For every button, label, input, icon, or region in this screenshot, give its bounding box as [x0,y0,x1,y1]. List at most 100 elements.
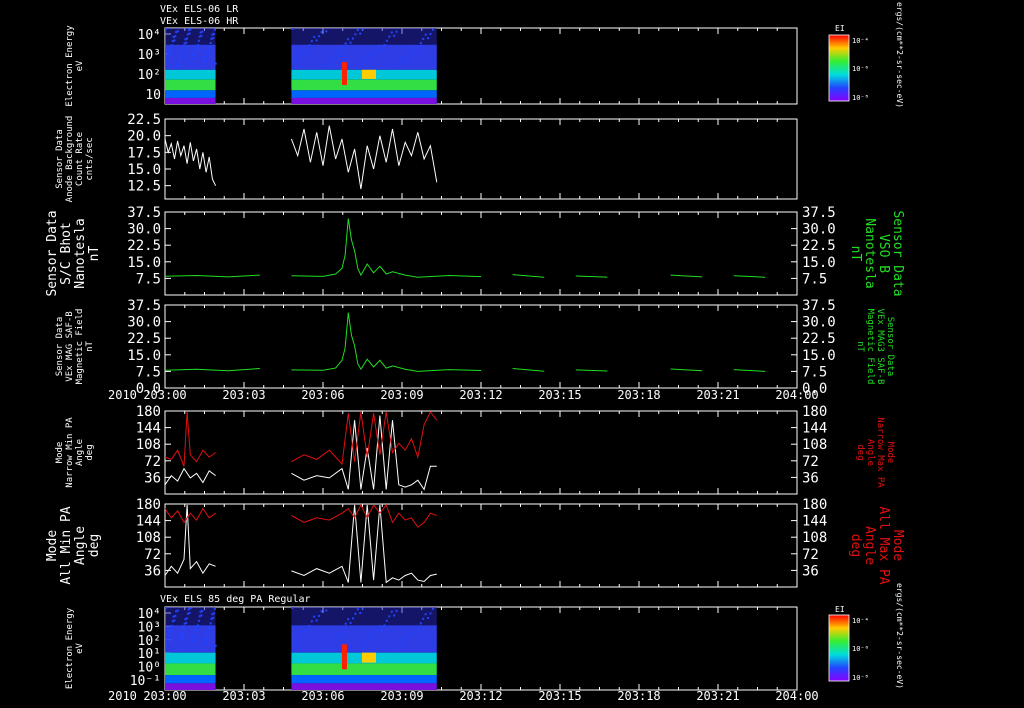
p3-ytick-label-right: 22.5 [802,238,836,254]
p7-heatmap-speck [206,632,209,635]
p5-ytick-label-right: 144 [802,421,827,437]
p1-heatmap-speck [373,53,376,56]
p3-ylabel-line: nT [87,246,102,262]
p7-heatmap-hotspot [341,644,347,670]
p4-ylabel-right-line: nT [855,341,865,352]
p7-heatmap-speck [209,622,212,625]
p2-ylabel-line: Anode Background [65,116,75,203]
p1-heatmap-speck [213,28,216,31]
p7-heatmap-speck [305,629,308,632]
p1-heatmap-speck [349,41,352,44]
p1-heatmap-speck [184,38,187,41]
colorbar-top-unit: ergs/(cm**2-sr-sec-eV) [895,2,904,108]
p7-heatmap-band [165,652,216,664]
p1-heatmap-speck [422,37,425,40]
p7-heatmap-speck [202,646,205,649]
p1-heatmap-speck [335,51,338,54]
p7-heatmap-speck [214,644,217,647]
p1-heatmap-speck [385,39,388,42]
p1-heatmap-speck [301,49,304,52]
p4-ytick-label-right: 15.0 [802,348,836,364]
p1-heatmap-speck [191,58,194,61]
p1-heatmap-speck [405,59,408,62]
p3-ytick-label: 37.5 [127,205,161,221]
p6-ytick-label: 180 [136,497,161,513]
p1-heatmap-speck [206,51,209,54]
p7-heatmap-speck [342,627,345,630]
p1-ytick-label: 10² [138,68,161,83]
p7-heatmap-speck [414,631,417,634]
p1-heatmap-speck [381,48,384,51]
p5-ytick-label-right: 72 [802,454,819,470]
colorbar-top-tick-3: 10⁻⁸ [852,94,869,102]
p7-heatmap-speck [165,607,167,609]
p1-heatmap-speck [195,44,198,47]
time-axis-tick-label: 203:09 [380,689,423,703]
p5-ylabel-right-line: Narrow Max PA [875,417,885,488]
p7-heatmap-speck [397,646,400,649]
p4-ytick-label-right: 7.5 [802,364,827,380]
time-axis-tick-label: 203:18 [617,388,660,402]
p7-heatmap-speck [168,630,171,633]
p1-heatmap-speck [315,39,318,42]
p1-heatmap-speck [351,37,354,40]
p4-ylabel-right-line: Magnetic Field [865,309,875,385]
p7-heatmap-speck [199,610,202,613]
p4-ylabel-line: Magnetic Field [75,309,85,385]
colorbar-bottom-scale [828,614,850,682]
p7-ytick-label: 10⁻¹ [130,674,161,689]
p3-ylabel-right-line: Sensor Data [890,210,905,296]
p7-heatmap-speck [207,627,210,630]
p7-heatmap-speck [385,619,388,622]
p1-heatmap-speck [322,64,325,67]
p7-heatmap-speck [167,634,170,637]
time-axis-tick-label: 203:15 [538,689,581,703]
p3-ytick-label: 30.0 [127,222,161,238]
p1-heatmap-band [165,90,216,98]
p7-heatmap-speck [291,607,294,609]
p1-heatmap-speck [171,40,174,43]
p5-ylabel-right-line: deg [855,444,865,460]
p1-heatmap-speck [186,33,189,36]
p5-ytick-label-right: 180 [802,404,827,420]
p7-ylabel-line: eV [75,643,85,654]
p1-heatmap-speck [175,64,178,67]
time-axis-tick-label: 204:00 [775,689,818,703]
p7-heatmap-speck [431,607,434,610]
p7-heatmap-speck [178,641,181,644]
p7-heatmap-speck [320,610,323,613]
p1-heatmap-speck [310,40,313,43]
p5-ytick-label: 180 [136,404,161,420]
p1-heatmap-speck [366,58,369,61]
p1-heatmap-speck [388,35,391,38]
p3-ylabel-right-line: VSO B [876,234,891,273]
p5-ylabel-line: Angle [75,439,85,466]
p4-ytick-label-right: 22.5 [802,331,836,347]
p7-heatmap-speck [213,607,216,610]
p1-heatmap-band [165,69,216,80]
p4-ylabel-line: Sensor Data [55,317,65,377]
p1-heatmap-hotspot [341,62,347,85]
p6-ylabel-right-line: All Max PA [876,506,891,584]
p7-heatmap-speck [364,644,367,647]
p7-heatmap-band [291,675,437,684]
time-axis-tick-label: 203:21 [696,689,739,703]
p7-heatmap-speck [170,624,173,627]
p1-heatmap-speck [354,33,357,36]
p7-heatmap-speck [180,632,183,635]
p7-heatmap-speck [410,632,413,635]
p4-ytick-label-right: 37.5 [802,298,836,314]
p6-ylabel-right-line: Mode [890,530,905,561]
p1-heatmap-speck [197,39,200,42]
p5-ylabel-right-line: Mode [885,442,895,464]
p7-heatmap-speck [203,637,206,640]
time-axis-tick-label: 203:00 [143,388,186,402]
colorbar-bottom-label: EI [835,605,845,614]
p1-heatmap-speck [293,61,296,64]
p7-heatmap-speck [166,639,169,642]
p7-heatmap-speck [412,627,415,630]
p1-heatmap-speck [424,33,427,36]
p1-heatmap-speck [417,46,420,49]
p7-heatmap-speck [427,616,430,619]
p7-heatmap-speck [402,637,405,640]
